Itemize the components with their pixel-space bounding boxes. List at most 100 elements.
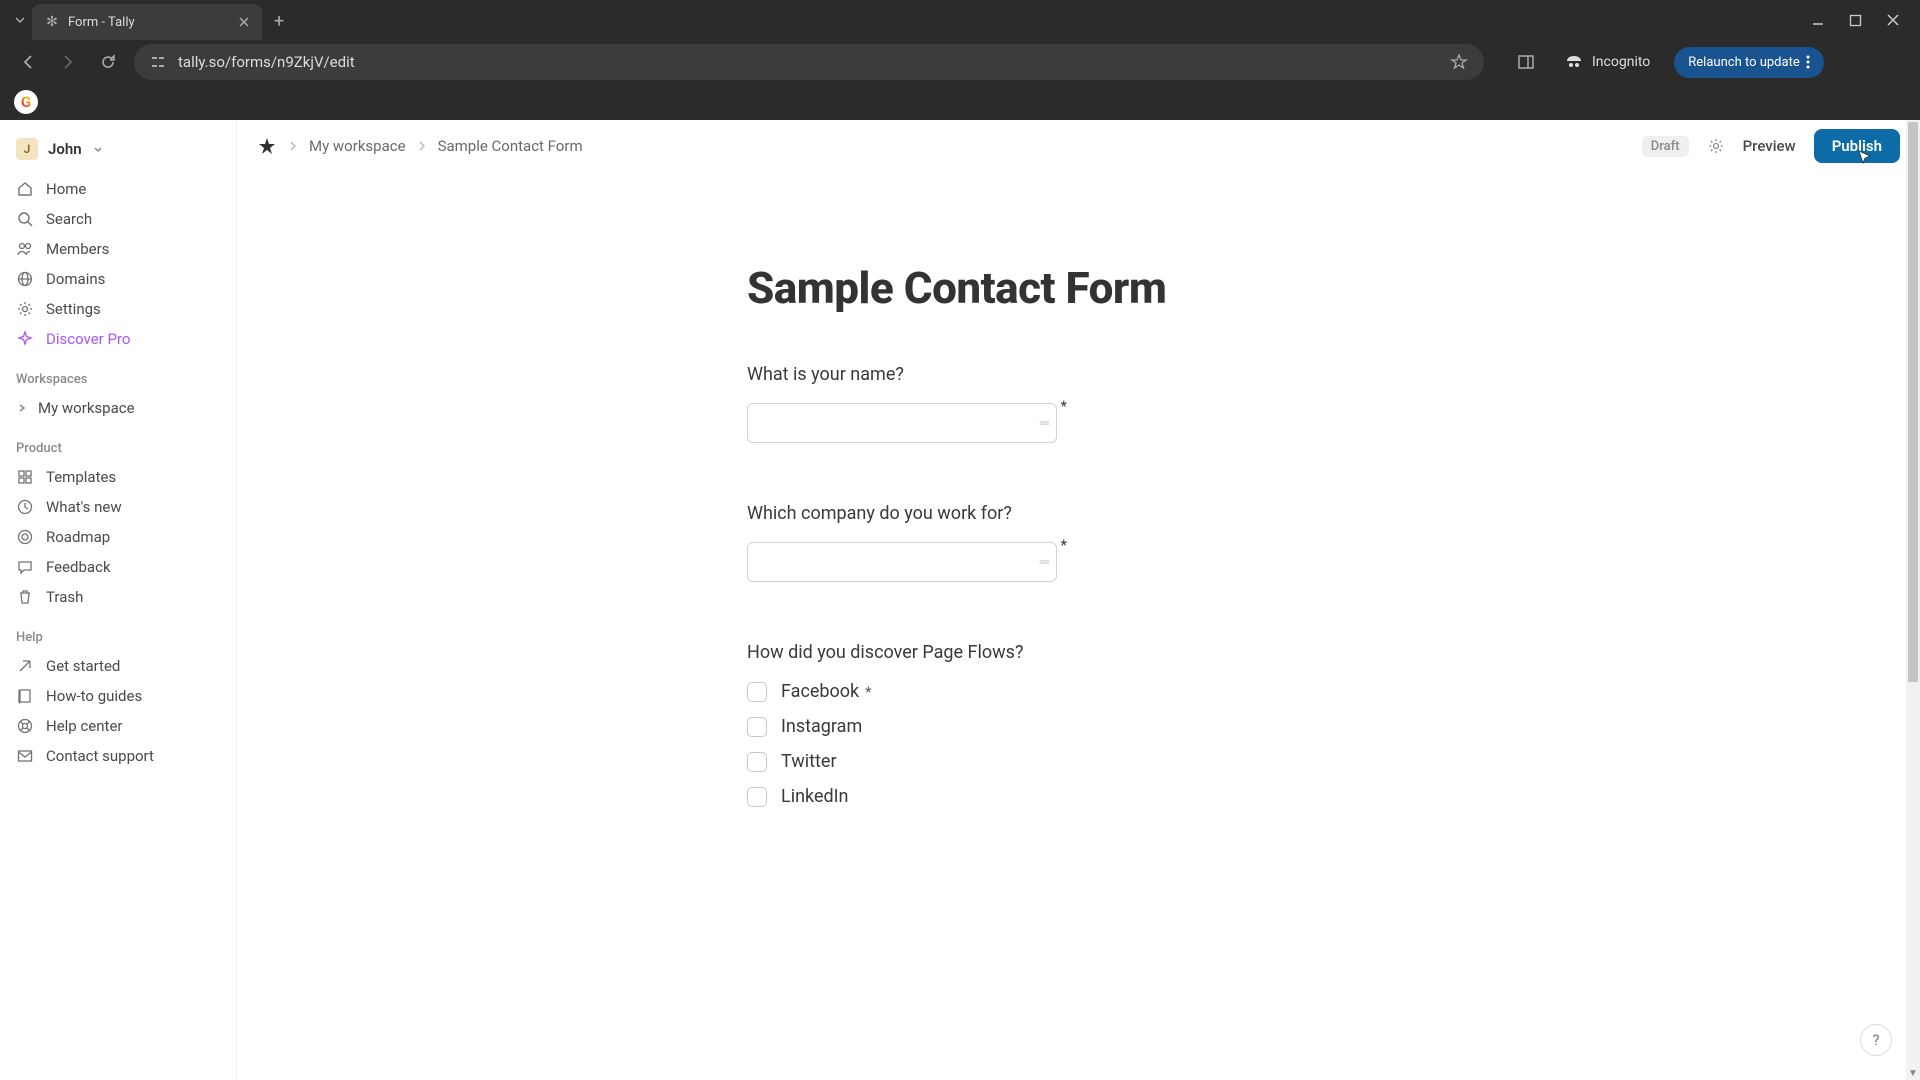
sidebar-item-search[interactable]: Search xyxy=(0,204,236,234)
tab-close-icon[interactable] xyxy=(238,16,250,28)
nav-bar: tally.so/forms/n9ZkjV/edit Incognito Rel… xyxy=(0,40,1920,84)
sidebar-item-settings[interactable]: Settings xyxy=(0,294,236,324)
form-settings-button[interactable] xyxy=(1707,137,1725,155)
checkbox-option[interactable]: Instagram xyxy=(747,716,1447,737)
name-field[interactable] xyxy=(747,403,1057,443)
sidebar-item-roadmap[interactable]: Roadmap xyxy=(0,522,236,552)
form-title[interactable]: Sample Contact Form xyxy=(747,262,1447,314)
sidebar-item-label: Search xyxy=(46,210,92,228)
trash-icon xyxy=(16,588,34,606)
sidebar-item-get-started[interactable]: Get started xyxy=(0,651,236,681)
sidebar-item-label: Get started xyxy=(46,657,120,675)
user-menu[interactable]: J John xyxy=(0,134,236,174)
search-icon xyxy=(16,210,34,228)
incognito-label: Incognito xyxy=(1592,54,1650,70)
home-icon xyxy=(16,180,34,198)
globe-icon xyxy=(16,270,34,288)
workspace-item[interactable]: My workspace xyxy=(0,393,236,423)
gear-icon xyxy=(16,300,34,318)
scroll-down-icon[interactable]: ▼ xyxy=(1906,1066,1920,1080)
sidebar-item-whats-new[interactable]: What's new xyxy=(0,492,236,522)
chevron-right-icon xyxy=(416,140,428,152)
sidebar-item-home[interactable]: Home xyxy=(0,174,236,204)
sidebar-item-label: Discover Pro xyxy=(46,330,130,348)
checkbox[interactable] xyxy=(747,717,767,737)
checkbox-option[interactable]: Facebook* xyxy=(747,681,1447,702)
browser-tab[interactable]: ✻ Form - Tally xyxy=(32,4,262,40)
username: John xyxy=(48,140,82,158)
sidebar-item-feedback[interactable]: Feedback xyxy=(0,552,236,582)
sidebar-item-label: Contact support xyxy=(46,747,154,765)
site-settings-icon[interactable] xyxy=(150,54,166,70)
templates-icon xyxy=(16,468,34,486)
chevron-down-icon xyxy=(92,143,104,155)
question-label[interactable]: What is your name? xyxy=(747,364,1447,385)
checkbox-option[interactable]: LinkedIn xyxy=(747,786,1447,807)
publish-button[interactable]: Publish xyxy=(1814,129,1900,163)
breadcrumb-form[interactable]: Sample Contact Form xyxy=(438,137,583,155)
tally-logo-icon[interactable] xyxy=(257,136,277,156)
required-star-icon: * xyxy=(865,683,871,701)
back-button[interactable] xyxy=(14,53,42,71)
sidebar-item-label: Members xyxy=(46,240,109,258)
minimize-icon[interactable] xyxy=(1811,13,1825,27)
new-tab-button[interactable]: + xyxy=(262,11,296,32)
help-fab-button[interactable]: ? xyxy=(1860,1024,1892,1056)
book-icon xyxy=(16,687,34,705)
preview-button[interactable]: Preview xyxy=(1743,137,1796,155)
google-bookmark-icon[interactable]: G xyxy=(14,90,38,114)
checkbox-label: Facebook* xyxy=(781,681,872,702)
section-workspaces: Workspaces xyxy=(0,354,236,393)
question-block: How did you discover Page Flows? Faceboo… xyxy=(747,642,1447,807)
more-icon xyxy=(1806,55,1810,69)
form-canvas[interactable]: Sample Contact Form What is your name? ═… xyxy=(237,172,1920,1080)
sidebar-item-guides[interactable]: How-to guides xyxy=(0,681,236,711)
chat-icon xyxy=(16,558,34,576)
sidebar-item-domains[interactable]: Domains xyxy=(0,264,236,294)
forward-button[interactable] xyxy=(54,53,82,71)
sidebar-item-contact-support[interactable]: Contact support xyxy=(0,741,236,771)
checkbox-label: Instagram xyxy=(781,716,862,737)
checkbox[interactable] xyxy=(747,787,767,807)
checkbox[interactable] xyxy=(747,752,767,772)
question-label[interactable]: Which company do you work for? xyxy=(747,503,1447,524)
checkbox[interactable] xyxy=(747,682,767,702)
sidebar-item-label: Feedback xyxy=(46,558,111,576)
main-area: My workspace Sample Contact Form Draft P… xyxy=(237,120,1920,1080)
tab-dropdown-button[interactable] xyxy=(8,6,32,34)
incognito-icon xyxy=(1564,52,1584,72)
sidebar-item-templates[interactable]: Templates xyxy=(0,462,236,492)
input-wrap: ═ * xyxy=(747,542,1057,582)
clock-icon xyxy=(16,498,34,516)
relaunch-button[interactable]: Relaunch to update xyxy=(1674,47,1823,78)
tab-bar: ✻ Form - Tally + xyxy=(0,0,1920,40)
sidebar-item-label: Help center xyxy=(46,717,122,735)
sidebar-item-discover-pro[interactable]: Discover Pro xyxy=(0,324,236,354)
scrollbar-thumb[interactable] xyxy=(1908,122,1918,682)
breadcrumb-workspace[interactable]: My workspace xyxy=(309,137,406,155)
topbar-right: Draft Preview Publish xyxy=(1642,129,1900,163)
drag-handle-icon[interactable]: ═ xyxy=(1040,415,1047,431)
bookmark-star-icon[interactable] xyxy=(1450,53,1468,71)
browser-chrome: ✻ Form - Tally + tally.so/forms/n9ZkjV/e… xyxy=(0,0,1920,120)
drag-handle-icon[interactable]: ═ xyxy=(1040,554,1047,570)
window-controls xyxy=(1811,0,1920,40)
bookmark-bar: G xyxy=(0,84,1920,120)
checkbox-option[interactable]: Twitter xyxy=(747,751,1447,772)
required-star-icon: * xyxy=(1061,536,1067,554)
tab-favicon-icon: ✻ xyxy=(44,14,60,30)
reload-button[interactable] xyxy=(94,53,122,71)
url-bar[interactable]: tally.so/forms/n9ZkjV/edit xyxy=(134,44,1484,80)
incognito-badge[interactable]: Incognito xyxy=(1554,48,1660,76)
sidebar-item-trash[interactable]: Trash xyxy=(0,582,236,612)
company-field[interactable] xyxy=(747,542,1057,582)
side-panel-icon[interactable] xyxy=(1512,53,1540,71)
scrollbar[interactable]: ▲ ▼ xyxy=(1906,120,1920,1080)
question-label[interactable]: How did you discover Page Flows? xyxy=(747,642,1447,663)
maximize-icon[interactable] xyxy=(1849,14,1862,27)
sidebar-item-help-center[interactable]: Help center xyxy=(0,711,236,741)
sidebar-item-label: How-to guides xyxy=(46,687,142,705)
close-window-icon[interactable] xyxy=(1886,13,1900,27)
sidebar-item-members[interactable]: Members xyxy=(0,234,236,264)
chevron-right-icon xyxy=(16,402,28,414)
